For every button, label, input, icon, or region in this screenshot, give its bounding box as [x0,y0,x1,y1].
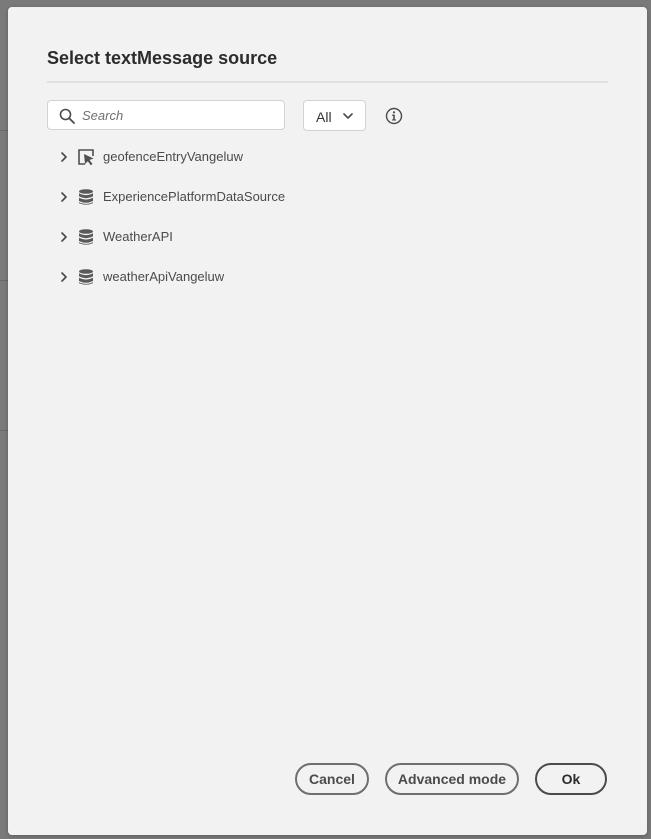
ok-button[interactable]: Ok [535,763,607,795]
chevron-right-icon[interactable] [58,191,70,203]
tree-item-label: ExperiencePlatformDataSource [103,189,286,204]
database-icon [79,189,93,205]
search-icon [59,108,75,124]
search-field[interactable] [47,100,285,130]
tree-item-label: weatherApiVangeluw [103,269,225,284]
dialog-title: Select textMessage source [47,48,278,68]
backdrop-divider [0,130,8,131]
chevron-down-icon [343,113,353,119]
tree-item-weather-api[interactable]: WeatherAPI [58,225,358,249]
chevron-right-icon[interactable] [58,231,70,243]
tree-item-geofence[interactable]: geofenceEntryVangeluw [58,145,358,169]
event-pointer-icon [78,149,94,166]
search-input[interactable] [82,101,278,129]
title-divider [47,81,608,83]
tree-item-weather-api-vangeluw[interactable]: weatherApiVangeluw [58,265,358,289]
backdrop-divider [0,280,8,281]
tree-item-experience-platform[interactable]: ExperiencePlatformDataSource [58,185,358,209]
source-select-dialog: Select textMessage source All g [8,7,647,835]
database-icon [79,269,93,285]
cancel-button[interactable]: Cancel [295,763,369,795]
backdrop-divider [0,430,8,431]
filter-selected-value: All [316,109,332,125]
info-icon[interactable] [385,107,403,125]
tree-item-label: WeatherAPI [103,229,173,244]
advanced-mode-button[interactable]: Advanced mode [385,763,519,795]
filter-dropdown[interactable]: All [303,100,366,131]
chevron-right-icon[interactable] [58,151,70,163]
chevron-right-icon[interactable] [58,271,70,283]
tree-item-label: geofenceEntryVangeluw [103,149,243,164]
database-icon [79,229,93,245]
